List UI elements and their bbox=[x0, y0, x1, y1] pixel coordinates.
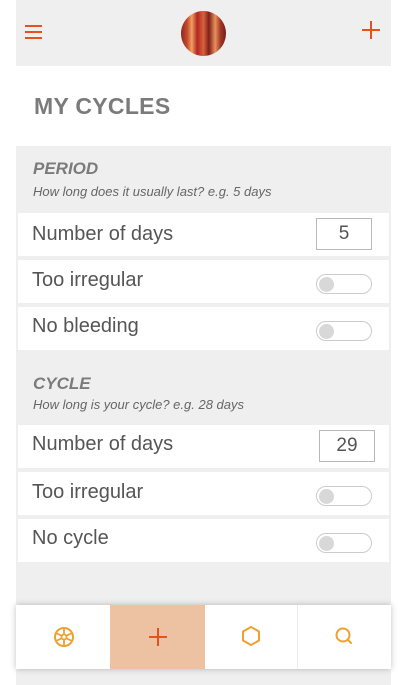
toggle-knob bbox=[319, 324, 334, 339]
toggle-knob bbox=[319, 536, 334, 551]
cycle-section-header: CYCLE How long is your cycle? e.g. 28 da… bbox=[16, 352, 391, 424]
user-avatar[interactable] bbox=[181, 11, 226, 56]
cycle-section-title: CYCLE bbox=[33, 374, 91, 393]
cycle-section-hint: How long is your cycle? e.g. 28 days bbox=[33, 397, 244, 412]
cycle-irregular-row: Too irregular bbox=[18, 472, 389, 515]
period-section-hint: How long does it usually last? e.g. 5 da… bbox=[33, 184, 272, 199]
period-section-title: PERIOD bbox=[33, 159, 99, 178]
cycle-days-input[interactable]: 29 bbox=[319, 430, 375, 462]
plus-icon bbox=[149, 628, 167, 646]
app-frame: MY CYCLES PERIOD How long does it usuall… bbox=[16, 0, 391, 685]
cycle-irregular-label: Too irregular bbox=[32, 481, 144, 503]
no-bleeding-label: No bleeding bbox=[32, 315, 139, 337]
period-days-row: Number of days 5 bbox=[18, 213, 389, 256]
period-irregular-toggle[interactable] bbox=[316, 274, 372, 294]
nav-wheel-button[interactable] bbox=[16, 605, 110, 669]
nav-add-button[interactable] bbox=[110, 605, 205, 669]
nav-search-button[interactable] bbox=[298, 605, 391, 669]
period-section-header: PERIOD How long does it usually last? e.… bbox=[16, 146, 391, 212]
period-days-label: Number of days bbox=[32, 223, 174, 245]
hamburger-menu-icon[interactable] bbox=[25, 25, 43, 40]
no-cycle-row: No cycle bbox=[18, 519, 389, 562]
period-days-input[interactable]: 5 bbox=[316, 218, 372, 250]
add-plus-icon[interactable] bbox=[362, 21, 380, 39]
toggle-knob bbox=[319, 277, 334, 292]
no-cycle-toggle[interactable] bbox=[316, 533, 372, 553]
period-irregular-row: Too irregular bbox=[18, 260, 389, 303]
page-title: MY CYCLES bbox=[34, 93, 171, 119]
toggle-knob bbox=[319, 489, 334, 504]
cycle-irregular-toggle[interactable] bbox=[316, 486, 372, 506]
nav-hexagon-button[interactable] bbox=[205, 605, 298, 669]
no-bleeding-toggle[interactable] bbox=[316, 321, 372, 341]
title-bar: MY CYCLES bbox=[16, 66, 391, 146]
hexagon-icon bbox=[242, 626, 260, 646]
period-irregular-label: Too irregular bbox=[32, 269, 144, 291]
no-bleeding-row: No bleeding bbox=[18, 307, 389, 350]
no-cycle-label: No cycle bbox=[32, 527, 109, 549]
cycle-days-label: Number of days bbox=[32, 433, 174, 455]
search-icon bbox=[335, 627, 352, 644]
top-bar bbox=[16, 0, 391, 66]
cycle-days-row: Number of days 29 bbox=[18, 425, 389, 468]
bottom-navigation bbox=[16, 605, 391, 669]
wheel-icon bbox=[54, 627, 74, 647]
